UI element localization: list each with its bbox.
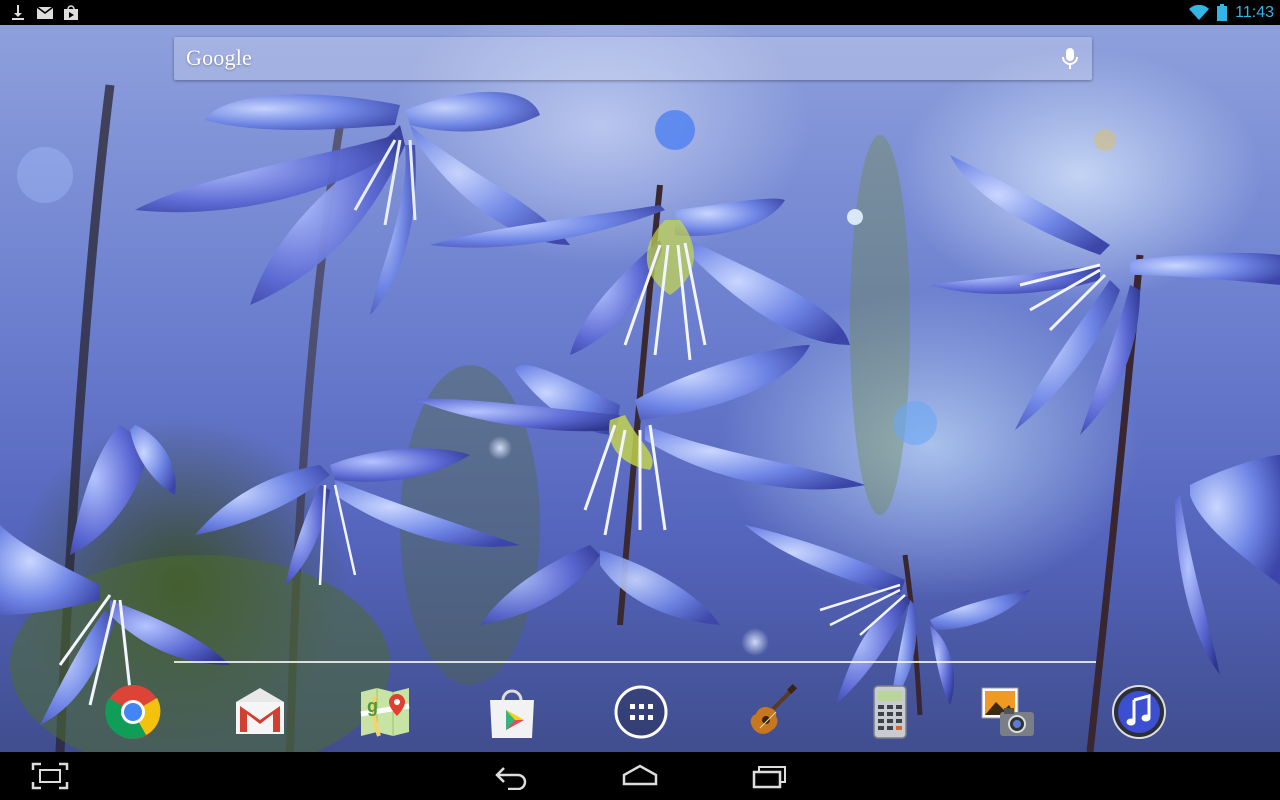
home-icon[interactable]: [621, 762, 659, 790]
wifi-icon: [1189, 4, 1210, 20]
dock-app-gmail[interactable]: [232, 684, 288, 740]
svg-text:g: g: [367, 696, 378, 716]
dock-app-gallery[interactable]: [980, 684, 1036, 740]
recents-icon[interactable]: [751, 762, 787, 790]
all-apps-icon: [614, 685, 668, 739]
back-icon[interactable]: [494, 762, 530, 790]
google-search-bar[interactable]: Google: [174, 37, 1092, 80]
dock-app-chrome[interactable]: [105, 684, 161, 740]
gmail-icon: [236, 688, 284, 734]
battery-icon: [1217, 4, 1228, 21]
dock-app-music[interactable]: [1111, 684, 1167, 740]
dock-app-play-store[interactable]: [484, 684, 540, 740]
status-clock: 11:43: [1235, 3, 1274, 21]
download-icon: [12, 5, 24, 20]
navigation-bar: [0, 752, 1280, 800]
chrome-icon: [105, 685, 161, 739]
screenshot-icon[interactable]: [31, 762, 69, 790]
dock-app-calculator[interactable]: [862, 684, 918, 740]
guitar-icon: [750, 684, 797, 734]
google-logo[interactable]: Google: [186, 45, 252, 71]
flower-wallpaper-art: [0, 84, 1280, 752]
status-bar[interactable]: 11:43: [0, 0, 1280, 25]
wallpaper: [0, 25, 1280, 752]
dock-divider: [174, 661, 1096, 663]
gallery-icon: [981, 687, 1034, 736]
play-store-update-icon: [64, 5, 78, 20]
play-store-icon: [490, 689, 534, 738]
calculator-icon: [873, 685, 907, 739]
music-icon: [1112, 685, 1166, 739]
all-apps-button[interactable]: [613, 684, 669, 740]
mic-icon[interactable]: [1060, 47, 1080, 71]
dock-app-guitar[interactable]: [742, 684, 798, 740]
dock-app-maps[interactable]: g: [357, 684, 413, 740]
maps-icon: g: [360, 688, 410, 737]
gmail-notification-icon: [36, 6, 54, 19]
